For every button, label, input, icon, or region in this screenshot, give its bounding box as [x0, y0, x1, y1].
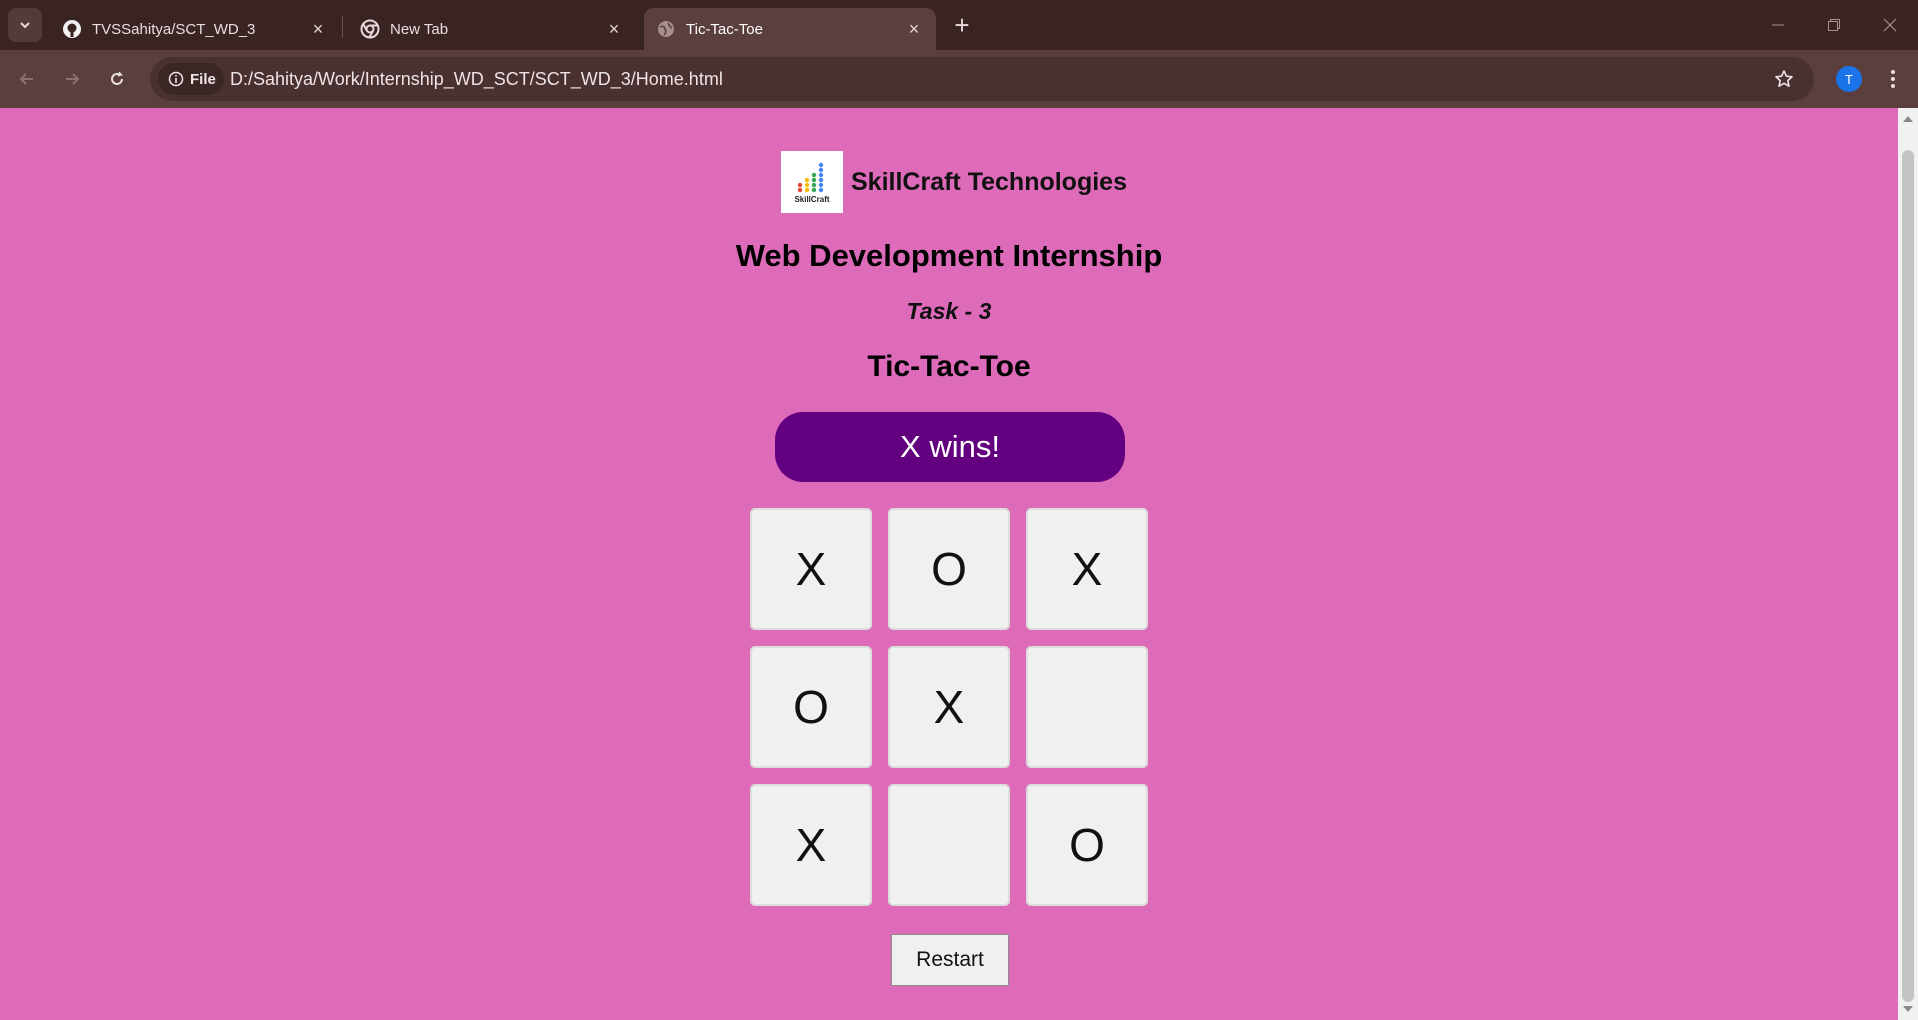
back-button[interactable]	[10, 62, 44, 96]
tab-github[interactable]: TVSSahitya/SCT_WD_3 ×	[50, 8, 340, 50]
bookmark-star-icon[interactable]	[1772, 67, 1796, 91]
forward-arrow-icon	[66, 73, 80, 85]
close-tab-icon[interactable]: ×	[902, 17, 926, 41]
restart-button[interactable]: Restart	[891, 934, 1009, 986]
new-tab-button[interactable]: +	[947, 10, 977, 40]
tab-tic-tac-toe[interactable]: Tic-Tac-Toe ×	[644, 8, 936, 50]
page-scrollbar[interactable]	[1898, 108, 1918, 1020]
profile-avatar[interactable]: T	[1836, 66, 1862, 92]
url-text[interactable]: D:/Sahitya/Work/Internship_WD_SCT/SCT_WD…	[230, 57, 723, 101]
restore-icon	[1828, 19, 1840, 31]
tab-divider	[342, 16, 343, 38]
logo-text: SkillCraft	[794, 195, 830, 204]
board-cell-5[interactable]: X	[888, 646, 1010, 768]
task-label: Task - 3	[906, 298, 992, 324]
scroll-up-icon[interactable]	[1903, 116, 1913, 122]
board-cell-1[interactable]: X	[750, 508, 872, 630]
reload-button[interactable]	[100, 62, 134, 96]
tab-title: TVSSahitya/SCT_WD_3	[92, 20, 256, 38]
chip-label: File	[190, 70, 216, 88]
scrollbar-thumb[interactable]	[1902, 150, 1914, 1002]
tab-strip: TVSSahitya/SCT_WD_3 × New Tab × Tic-Tac-…	[0, 0, 1918, 50]
minimize-button[interactable]	[1750, 0, 1806, 50]
info-icon	[168, 71, 184, 87]
tab-title: Tic-Tac-Toe	[686, 20, 763, 38]
tab-title: New Tab	[390, 20, 449, 38]
board-cell-8[interactable]	[888, 784, 1010, 906]
game-status-banner: X wins!	[775, 412, 1125, 482]
chrome-icon	[360, 19, 380, 39]
brand-name: SkillCraft Technologies	[851, 167, 1127, 196]
scroll-down-icon[interactable]	[1903, 1006, 1913, 1012]
board-cell-2[interactable]: O	[888, 508, 1010, 630]
board-cell-3[interactable]: X	[1026, 508, 1148, 630]
board-cell-6[interactable]	[1026, 646, 1148, 768]
game-board: X O X O X X O	[750, 508, 1150, 908]
board-cell-9[interactable]: O	[1026, 784, 1148, 906]
address-bar[interactable]: File D:/Sahitya/Work/Internship_WD_SCT/S…	[150, 57, 1814, 101]
board-cell-4[interactable]: O	[750, 646, 872, 768]
globe-icon	[656, 19, 676, 39]
browser-menu-button[interactable]	[1880, 64, 1906, 94]
minimize-icon	[1772, 24, 1784, 26]
close-tab-icon[interactable]: ×	[602, 17, 626, 41]
close-tab-icon[interactable]: ×	[306, 17, 330, 41]
close-window-button[interactable]	[1862, 0, 1918, 50]
bar-chart-logo-icon	[797, 162, 824, 193]
github-icon	[62, 19, 82, 39]
page-viewport: SkillCraft SkillCraft Technologies Web D…	[0, 108, 1898, 1020]
site-info-chip[interactable]: File	[158, 63, 224, 95]
board-cell-7[interactable]: X	[750, 784, 872, 906]
browser-toolbar: File D:/Sahitya/Work/Internship_WD_SCT/S…	[0, 50, 1918, 108]
chevron-down-icon	[20, 22, 30, 29]
forward-button[interactable]	[55, 62, 89, 96]
page-heading: Web Development Internship	[735, 238, 1163, 273]
restore-button[interactable]	[1806, 0, 1862, 50]
tab-new-tab[interactable]: New Tab ×	[348, 8, 636, 50]
skillcraft-logo: SkillCraft	[781, 151, 843, 213]
back-arrow-icon	[19, 73, 33, 85]
kebab-menu-icon	[1891, 70, 1895, 88]
game-title: Tic-Tac-Toe	[867, 350, 1031, 383]
tab-search-button[interactable]	[8, 8, 42, 42]
reload-icon	[111, 71, 123, 85]
close-icon	[1883, 18, 1897, 32]
brand-header: SkillCraft SkillCraft Technologies	[781, 151, 1127, 213]
